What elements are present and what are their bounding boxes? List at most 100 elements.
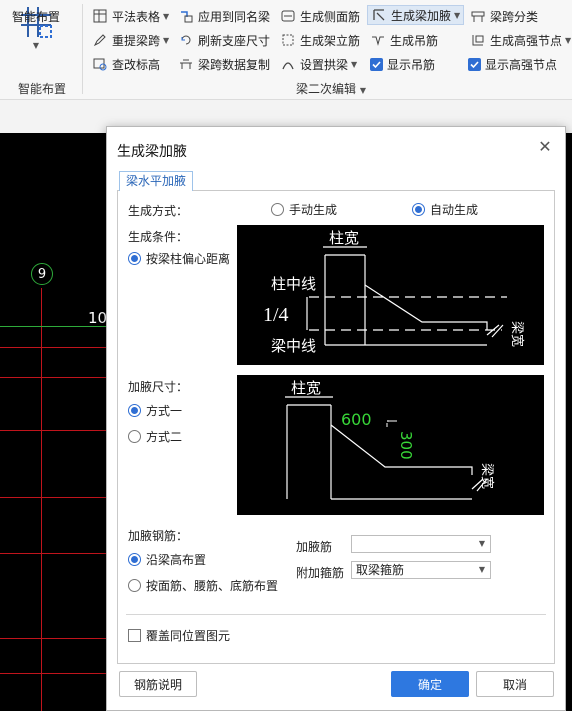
radio-by-face-bars[interactable]: 按面筋、腰筋、底筋布置 <box>128 577 278 594</box>
diag1-col-center: 柱中线 <box>271 275 316 293</box>
grid-line <box>0 553 120 554</box>
ok-button[interactable]: 确定 <box>391 671 469 697</box>
set-arch-beam-button[interactable]: 设置拱梁 ▼ <box>280 54 357 74</box>
apply-icon <box>178 8 194 24</box>
show-hanger-checkbox[interactable]: 显示吊筋 <box>370 54 435 74</box>
overwrite-label: 覆盖同位置图元 <box>146 629 231 643</box>
grid-line <box>0 347 120 348</box>
haunch-bar-select[interactable]: ▼ <box>351 535 491 553</box>
chevron-down-icon: ▼ <box>32 41 40 50</box>
group-label-edit[interactable]: 梁二次编辑 ▼ <box>296 80 366 97</box>
diag2-beam-text: 梁宽 <box>479 463 495 489</box>
show-high-strength-checkbox[interactable]: 显示高强节点 <box>468 54 557 74</box>
diag2-dim-v: 300 <box>397 431 415 460</box>
arch-icon <box>280 56 296 72</box>
edit-elevation-button[interactable]: 查改标高 <box>92 54 160 74</box>
table-icon <box>92 8 108 24</box>
gen-erection-rebar-button[interactable]: 生成架立筋 <box>280 30 360 50</box>
radio-manual[interactable]: 手动生成 <box>271 201 337 218</box>
hanger-icon <box>370 32 386 48</box>
panel-divider <box>126 614 546 615</box>
gen-erection-rebar-label: 生成架立筋 <box>300 33 361 48</box>
radio-mode-one[interactable]: 方式一 <box>128 402 182 419</box>
radio-auto[interactable]: 自动生成 <box>412 201 478 218</box>
haunch-size-diagram-svg: 柱宽 600 300 梁宽 <box>285 379 495 500</box>
tab-panel: 生成方式： 手动生成 自动生成 生成条件： 按梁柱偏心距离 柱宽 柱中线 1/4… <box>117 190 555 664</box>
gen-hanger-rebar-label: 生成吊筋 <box>390 33 439 48</box>
span-classify-icon <box>470 8 486 24</box>
gen-side-rebar-button[interactable]: 生成侧面筋 <box>280 6 360 26</box>
gen-haunch-button[interactable]: 生成梁加腋 ▼ <box>367 5 465 25</box>
diagram-eccentric: 柱宽 柱中线 1/4 梁中线 梁宽 <box>237 225 544 365</box>
node-icon <box>470 32 486 48</box>
re-extract-span-label: 重提梁跨 <box>112 33 161 48</box>
checkbox-checked-icon <box>468 57 481 71</box>
pencil-icon <box>92 32 108 48</box>
show-hanger-label: 显示吊筋 <box>387 57 436 72</box>
tab-horizontal-haunch[interactable]: 梁水平加腋 <box>119 171 194 191</box>
chevron-down-icon: ▼ <box>351 59 358 69</box>
checkbox-unchecked-icon <box>128 629 141 642</box>
span-data-copy-button[interactable]: 梁跨数据复制 <box>178 54 270 74</box>
diag1-beam-text: 梁宽 <box>509 321 525 347</box>
flat-table-label: 平法表格 <box>112 9 161 24</box>
radio-on-icon <box>128 404 141 417</box>
chevron-down-icon: ▼ <box>478 565 485 574</box>
side-rebar-icon <box>280 8 296 24</box>
gen-condition-label: 生成条件： <box>128 230 189 244</box>
stirrup-select[interactable]: 取梁箍筋 ▼ <box>351 561 491 579</box>
cancel-button[interactable]: 取消 <box>476 671 554 697</box>
chevron-down-icon: ▼ <box>454 10 461 20</box>
radio-auto-label: 自动生成 <box>430 203 479 217</box>
group-label-smart: 智能布置 <box>18 82 67 96</box>
ribbon-divider <box>82 4 83 94</box>
copy-icon <box>178 56 194 72</box>
erection-rebar-icon <box>280 32 296 48</box>
span-classify-button[interactable]: 梁跨分类 <box>470 6 538 26</box>
radio-along-height[interactable]: 沿梁高布置 <box>128 551 206 568</box>
gen-high-strength-node-label: 生成高强节点 <box>490 33 563 48</box>
chevron-down-icon: ▼ <box>565 35 572 45</box>
axis-number: 10 <box>88 309 108 327</box>
rebar-explain-button[interactable]: 钢筋说明 <box>119 671 197 697</box>
flat-table-button[interactable]: 平法表格 ▼ <box>92 6 169 26</box>
gen-hanger-rebar-button[interactable]: 生成吊筋 <box>370 30 438 50</box>
chevron-down-icon: ▼ <box>359 86 366 95</box>
haunch-dialog: 生成梁加腋 ✕ 梁水平加腋 生成方式： 手动生成 自动生成 生成条件： 按梁柱偏… <box>106 126 566 711</box>
diag2-dim-h: 600 <box>341 410 372 429</box>
grid-line <box>0 377 120 378</box>
eccentric-diagram-svg: 柱宽 柱中线 1/4 梁中线 梁宽 <box>263 229 525 355</box>
smart-layout-button[interactable]: 智能布置 ▼ <box>4 4 68 78</box>
diag1-ratio: 1/4 <box>263 304 289 326</box>
gen-side-rebar-label: 生成侧面筋 <box>300 9 361 24</box>
radio-mode-two[interactable]: 方式二 <box>128 428 182 445</box>
close-icon[interactable]: ✕ <box>537 139 553 155</box>
grid-line <box>0 497 120 498</box>
radio-off-icon <box>128 430 141 443</box>
refresh-icon <box>178 32 194 48</box>
dialog-title: 生成梁加腋 <box>117 144 187 160</box>
smart-layout-label: 智能布置 <box>11 10 60 24</box>
grid-line <box>0 430 120 431</box>
chevron-down-icon: ▼ <box>478 539 485 548</box>
radio-eccentric[interactable]: 按梁柱偏心距离 <box>128 250 230 267</box>
radio-eccentric-label: 按梁柱偏心距离 <box>146 252 231 266</box>
overwrite-checkbox[interactable]: 覆盖同位置图元 <box>128 627 230 644</box>
diagram-haunch-size: 柱宽 600 300 梁宽 <box>237 375 544 515</box>
group-edit-text: 梁二次编辑 <box>296 82 357 96</box>
chevron-down-icon: ▼ <box>163 11 170 21</box>
radio-on-icon <box>128 553 141 566</box>
re-extract-span-button[interactable]: 重提梁跨 ▼ <box>92 30 169 50</box>
chevron-down-icon: ▼ <box>163 35 170 45</box>
radio-along-height-label: 沿梁高布置 <box>146 553 207 567</box>
grid-line <box>0 673 120 674</box>
gen-high-strength-node-button[interactable]: 生成高强节点 ▼ <box>470 30 571 50</box>
axis-line-vertical <box>41 288 42 711</box>
show-high-strength-label: 显示高强节点 <box>485 57 558 72</box>
refresh-support-button[interactable]: 刷新支座尺寸 <box>178 30 270 50</box>
diag1-col-width: 柱宽 <box>329 229 359 247</box>
gen-haunch-label: 生成梁加腋 <box>391 8 452 23</box>
span-data-copy-label: 梁跨数据复制 <box>198 57 271 72</box>
refresh-support-label: 刷新支座尺寸 <box>198 33 271 48</box>
apply-same-beam-button[interactable]: 应用到同名梁 <box>178 6 270 26</box>
